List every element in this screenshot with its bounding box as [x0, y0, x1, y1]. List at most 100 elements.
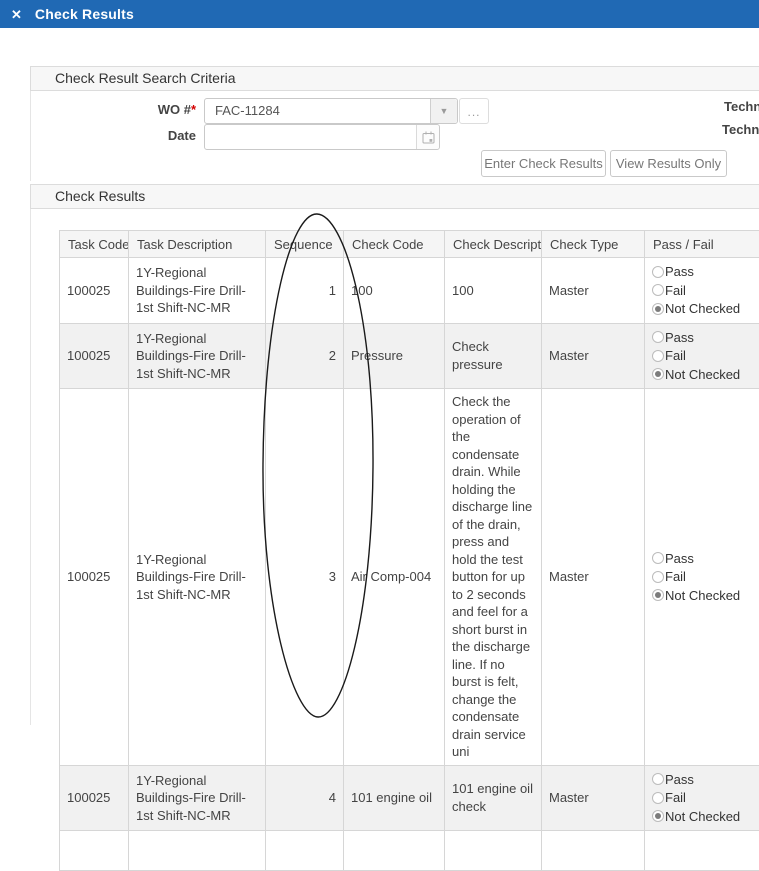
search-criteria-body: WO #* FAC-11284 ▼ ... Date Technici Tech… [30, 91, 759, 181]
radio-selected-icon[interactable] [652, 368, 664, 380]
radio-dot [655, 813, 661, 819]
cell-task-code: 100025 [60, 389, 129, 766]
cell-check-description: 100 [445, 258, 542, 324]
window-title: Check Results [35, 6, 134, 22]
column-header-check-descript: Check Descript... [445, 231, 542, 258]
radio-selected-icon[interactable] [652, 589, 664, 601]
required-asterisk: * [191, 102, 196, 117]
close-icon[interactable]: ✕ [11, 8, 22, 21]
radio-option-fail[interactable]: Fail [652, 282, 759, 300]
radio-icon[interactable] [652, 331, 664, 343]
radio-dot [655, 371, 661, 377]
cell-check-description: 101 engine oil check [445, 765, 542, 831]
radio-icon[interactable] [652, 284, 664, 296]
radio-label: Pass [665, 329, 694, 347]
wo-number-combobox[interactable]: FAC-11284 ▼ [204, 98, 458, 124]
cell-task-description: 1Y-Regional Buildings-Fire Drill-1st Shi… [129, 258, 266, 324]
cell-check-code: 101 engine oil [344, 765, 445, 831]
cell-check-type: Master [542, 389, 645, 766]
check-results-table: Task CodeTask DescriptionSequenceCheck C… [59, 230, 759, 871]
cell-check-type: Master [542, 323, 645, 389]
cell-empty [60, 831, 129, 871]
check-results-panel: Check Results Task CodeTask DescriptionS… [30, 184, 759, 725]
radio-label: Not Checked [665, 366, 740, 384]
cell-task-description: 1Y-Regional Buildings-Fire Drill-1st Shi… [129, 323, 266, 389]
column-header-check-type: Check Type [542, 231, 645, 258]
radio-dot [655, 592, 661, 598]
wo-lookup-button[interactable]: ... [459, 98, 489, 124]
radio-label: Fail [665, 282, 686, 300]
radio-icon[interactable] [652, 266, 664, 278]
cell-pass-fail: PassFailNot Checked [645, 323, 759, 389]
check-results-body: Task CodeTask DescriptionSequenceCheck C… [30, 209, 759, 725]
radio-option-not-checked[interactable]: Not Checked [652, 808, 759, 826]
radio-icon[interactable] [652, 350, 664, 362]
check-results-header: Check Results [30, 184, 759, 209]
table-row: 1000251Y-Regional Buildings-Fire Drill-1… [60, 389, 759, 766]
radio-option-fail[interactable]: Fail [652, 347, 759, 365]
radio-icon[interactable] [652, 773, 664, 785]
enter-check-results-button[interactable]: Enter Check Results [481, 150, 606, 177]
radio-option-fail[interactable]: Fail [652, 568, 759, 586]
cell-check-type: Master [542, 258, 645, 324]
radio-label: Pass [665, 550, 694, 568]
cell-sequence: 1 [266, 258, 344, 324]
radio-icon[interactable] [652, 792, 664, 804]
radio-icon[interactable] [652, 571, 664, 583]
cell-check-description: Check pressure [445, 323, 542, 389]
cell-check-code: Pressure [344, 323, 445, 389]
radio-dot [655, 306, 661, 312]
cell-check-description: Check the operation of the condensate dr… [445, 389, 542, 766]
pass-fail-radio-group: PassFailNot Checked [652, 550, 759, 605]
radio-label: Fail [665, 789, 686, 807]
cell-check-code: Air Comp-004 [344, 389, 445, 766]
check-results-table-body: 1000251Y-Regional Buildings-Fire Drill-1… [60, 258, 759, 871]
cell-task-code: 100025 [60, 258, 129, 324]
cell-check-code: 100 [344, 258, 445, 324]
radio-label: Pass [665, 771, 694, 789]
search-criteria-panel: Check Result Search Criteria WO #* FAC-1… [30, 66, 759, 181]
view-results-only-button[interactable]: View Results Only [610, 150, 727, 177]
cell-sequence: 2 [266, 323, 344, 389]
chevron-down-icon: ▼ [440, 106, 449, 116]
wo-dropdown-button[interactable]: ▼ [430, 99, 457, 123]
table-row: 1000251Y-Regional Buildings-Fire Drill-1… [60, 323, 759, 389]
radio-selected-icon[interactable] [652, 810, 664, 822]
column-header-task-description: Task Description [129, 231, 266, 258]
cell-pass-fail: PassFailNot Checked [645, 765, 759, 831]
cell-task-code: 100025 [60, 765, 129, 831]
radio-selected-icon[interactable] [652, 303, 664, 315]
radio-option-not-checked[interactable]: Not Checked [652, 587, 759, 605]
technician-label-2: Technicia [722, 122, 759, 137]
radio-label: Pass [665, 263, 694, 281]
table-row [60, 831, 759, 871]
cell-task-description: 1Y-Regional Buildings-Fire Drill-1st Shi… [129, 389, 266, 766]
column-header-sequence: Sequence [266, 231, 344, 258]
radio-option-pass[interactable]: Pass [652, 550, 759, 568]
radio-option-pass[interactable]: Pass [652, 771, 759, 789]
radio-option-pass[interactable]: Pass [652, 263, 759, 281]
cell-task-code: 100025 [60, 323, 129, 389]
date-label: Date [31, 128, 196, 143]
column-header-task-code: Task Code [60, 231, 129, 258]
radio-option-not-checked[interactable]: Not Checked [652, 300, 759, 318]
cell-empty [542, 831, 645, 871]
radio-option-fail[interactable]: Fail [652, 789, 759, 807]
table-row: 1000251Y-Regional Buildings-Fire Drill-1… [60, 258, 759, 324]
radio-label: Not Checked [665, 300, 740, 318]
radio-option-pass[interactable]: Pass [652, 329, 759, 347]
table-header-row: Task CodeTask DescriptionSequenceCheck C… [60, 231, 759, 258]
table-row: 1000251Y-Regional Buildings-Fire Drill-1… [60, 765, 759, 831]
cell-empty [344, 831, 445, 871]
date-picker-button[interactable] [416, 125, 439, 149]
pass-fail-radio-group: PassFailNot Checked [652, 329, 759, 384]
radio-icon[interactable] [652, 552, 664, 564]
radio-option-not-checked[interactable]: Not Checked [652, 366, 759, 384]
cell-check-type: Master [542, 765, 645, 831]
column-header-check-code: Check Code [344, 231, 445, 258]
column-header-pass-fail: Pass / Fail [645, 231, 759, 258]
pass-fail-radio-group: PassFailNot Checked [652, 771, 759, 826]
window-titlebar: ✕ Check Results [0, 0, 759, 28]
radio-label: Not Checked [665, 587, 740, 605]
date-input[interactable] [204, 124, 440, 150]
